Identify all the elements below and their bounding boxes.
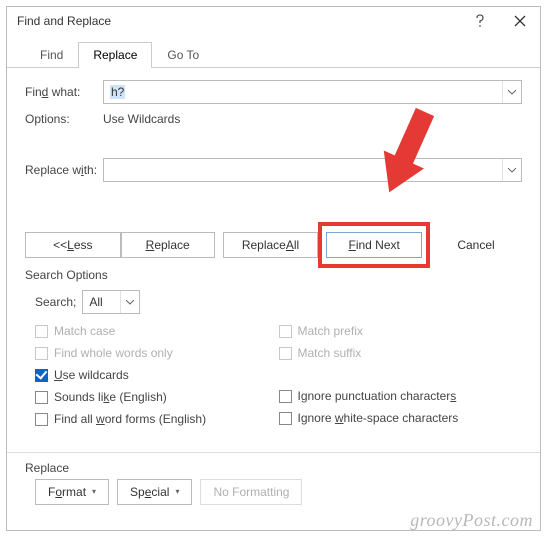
no-formatting-button: No Formatting: [200, 479, 302, 505]
search-options-header: Search Options: [25, 268, 522, 282]
whole-words-checkbox: Find whole words only: [35, 346, 279, 360]
sounds-like-checkbox[interactable]: Sounds like (English): [35, 390, 279, 404]
find-next-button[interactable]: Find Next: [326, 232, 422, 258]
tab-strip: Find Replace Go To: [7, 35, 540, 68]
search-direction-label: Search;: [35, 295, 76, 309]
find-replace-dialog: Find and Replace Find Replace Go To: [6, 6, 541, 531]
options-label: Options:: [25, 112, 103, 126]
match-suffix-checkbox: Match suffix: [279, 346, 523, 360]
replace-section-header: Replace: [25, 461, 522, 475]
watermark: groovyPost.com: [410, 510, 533, 531]
bottom-button-row: Format▾ Special▾ No Formatting: [35, 479, 522, 505]
checkbox-grid: Match case Find whole words only Use wil…: [35, 324, 522, 426]
match-prefix-checkbox: Match prefix: [279, 324, 523, 338]
replace-with-dropdown[interactable]: [502, 159, 521, 181]
ignore-punctuation-checkbox[interactable]: Ignore punctuation characters: [279, 389, 523, 403]
ignore-whitespace-checkbox[interactable]: Ignore white-space characters: [279, 411, 523, 425]
titlebar: Find and Replace: [7, 7, 540, 35]
use-wildcards-checkbox[interactable]: Use wildcards: [35, 368, 279, 382]
replace-with-input[interactable]: [103, 158, 522, 182]
find-what-dropdown[interactable]: [502, 81, 521, 103]
find-what-label: Find what:: [25, 85, 103, 99]
options-value: Use Wildcards: [103, 112, 180, 126]
replace-all-button[interactable]: Replace All: [223, 232, 319, 258]
find-what-input[interactable]: h?: [103, 80, 522, 104]
match-case-checkbox: Match case: [35, 324, 279, 338]
cancel-button[interactable]: Cancel: [430, 233, 522, 257]
tab-find[interactable]: Find: [25, 42, 78, 68]
chevron-down-icon: [120, 291, 139, 313]
special-button[interactable]: Special▾: [117, 479, 192, 505]
tab-replace[interactable]: Replace: [78, 42, 152, 68]
search-direction-dropdown[interactable]: All: [82, 290, 140, 314]
replace-button[interactable]: Replace: [121, 232, 215, 258]
dialog-title: Find and Replace: [17, 14, 111, 28]
dialog-body: Find what: h? Options: Use Wildcards Rep…: [7, 68, 540, 530]
find-what-value: h?: [104, 85, 502, 99]
close-button[interactable]: [500, 7, 540, 35]
tab-goto[interactable]: Go To: [152, 42, 214, 68]
format-button[interactable]: Format▾: [35, 479, 109, 505]
help-button[interactable]: [460, 7, 500, 35]
less-button[interactable]: << Less: [25, 232, 121, 258]
word-forms-checkbox[interactable]: Find all word forms (English): [35, 412, 279, 426]
button-row: << Less Replace Replace All Find Next Ca…: [25, 232, 522, 258]
divider: [7, 452, 540, 453]
replace-with-label: Replace with:: [25, 163, 103, 177]
